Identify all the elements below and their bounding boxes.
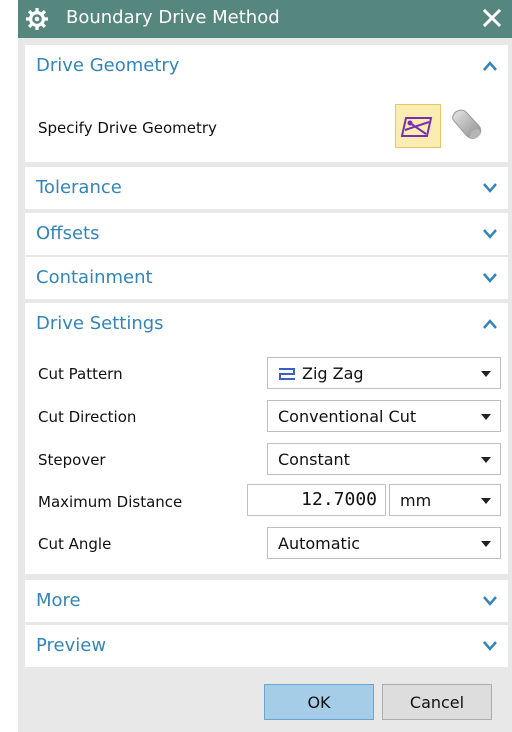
chevron-up-icon[interactable] [482, 59, 498, 73]
tool-holder-button[interactable] [445, 104, 491, 148]
chevron-down-icon[interactable] [482, 227, 498, 241]
cut-direction-select[interactable]: Conventional Cut [267, 400, 501, 432]
section-header-offsets[interactable]: Offsets [25, 213, 508, 255]
maximum-distance-unit-select[interactable]: mm [389, 484, 501, 516]
section-title-offsets: Offsets [36, 223, 100, 244]
section-header-tolerance[interactable]: Tolerance [25, 167, 508, 209]
section-more: More [25, 580, 508, 622]
title-bar[interactable]: Boundary Drive Method [18, 0, 512, 38]
section-containment: Containment [25, 257, 508, 299]
section-drive-settings: Drive Settings Cut Pattern Zig Zag Cut D… [25, 303, 508, 574]
cut-direction-label: Cut Direction [38, 408, 137, 426]
section-title-containment: Containment [36, 267, 153, 288]
section-drive-geometry: Drive Geometry Specify Drive Geometry [25, 45, 508, 162]
section-header-drive-geometry[interactable]: Drive Geometry [25, 45, 508, 87]
stepover-value: Constant [278, 450, 350, 469]
dropdown-arrow-icon [481, 498, 491, 504]
dropdown-arrow-icon [481, 541, 491, 547]
specify-drive-geometry-button[interactable] [395, 104, 441, 148]
cut-pattern-select[interactable]: Zig Zag [267, 357, 501, 389]
boundary-geometry-icon [400, 117, 433, 137]
chevron-down-icon[interactable] [482, 639, 498, 653]
cancel-button[interactable]: Cancel [382, 684, 492, 720]
section-header-preview[interactable]: Preview [25, 625, 508, 667]
dropdown-arrow-icon [481, 414, 491, 420]
dropdown-arrow-icon [481, 457, 491, 463]
section-tolerance: Tolerance [25, 167, 508, 209]
chevron-down-icon[interactable] [482, 271, 498, 285]
close-button[interactable] [478, 3, 506, 33]
section-preview: Preview [25, 625, 508, 667]
ok-button[interactable]: OK [264, 684, 374, 720]
cut-angle-select[interactable]: Automatic [267, 527, 501, 559]
cut-angle-label: Cut Angle [38, 535, 112, 553]
section-offsets: Offsets [25, 213, 508, 255]
maximum-distance-unit: mm [400, 491, 432, 510]
cut-direction-value: Conventional Cut [278, 407, 417, 426]
maximum-distance-label: Maximum Distance [38, 493, 183, 511]
maximum-distance-value: 12.7000 [301, 489, 377, 510]
tool-holder-icon [452, 109, 482, 139]
chevron-up-icon[interactable] [482, 317, 498, 331]
section-title-more: More [36, 590, 81, 611]
maximum-distance-input[interactable]: 12.7000 [247, 484, 386, 516]
section-title-drive-geometry: Drive Geometry [36, 55, 180, 76]
stepover-select[interactable]: Constant [267, 443, 501, 475]
close-icon[interactable] [483, 9, 501, 27]
zig-zag-icon [279, 368, 295, 380]
section-title-tolerance: Tolerance [36, 177, 122, 198]
dropdown-arrow-icon [481, 371, 491, 377]
stepover-label: Stepover [38, 451, 106, 469]
cut-pattern-value: Zig Zag [302, 364, 364, 383]
dialog-title: Boundary Drive Method [66, 7, 280, 28]
gear-icon[interactable] [26, 8, 48, 30]
chevron-down-icon[interactable] [482, 594, 498, 608]
chevron-down-icon[interactable] [482, 181, 498, 195]
section-title-drive-settings: Drive Settings [36, 313, 164, 334]
cut-pattern-label: Cut Pattern [38, 365, 123, 383]
specify-drive-geometry-label: Specify Drive Geometry [38, 119, 217, 137]
boundary-drive-method-dialog: Boundary Drive Method Drive Geometry Spe… [18, 0, 512, 732]
cut-angle-value: Automatic [278, 534, 361, 553]
section-header-more[interactable]: More [25, 580, 508, 622]
section-title-preview: Preview [36, 635, 107, 656]
section-header-containment[interactable]: Containment [25, 257, 508, 299]
section-header-drive-settings[interactable]: Drive Settings [25, 303, 508, 345]
